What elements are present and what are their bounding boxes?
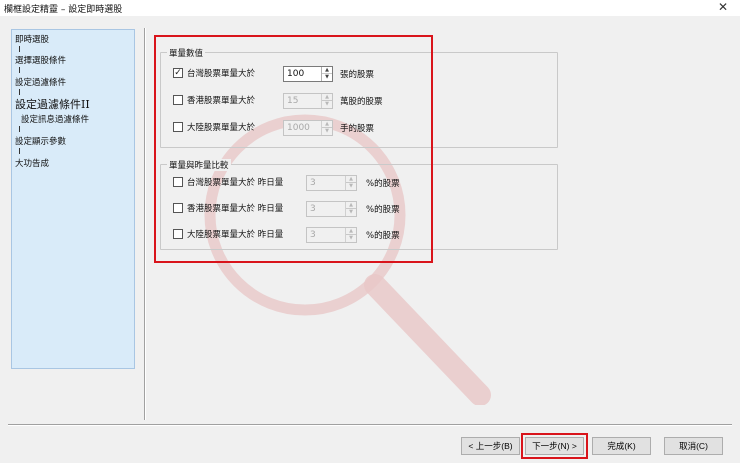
wizard-steps-panel: 即時選股 選擇選股條件 設定過濾條件 設定過濾條件II 設定訊息過濾條件 設定顯… xyxy=(11,29,135,369)
step-finish: 大功告成 xyxy=(15,159,50,169)
cancel-button[interactable]: 取消(C) xyxy=(664,437,723,455)
step-connector xyxy=(19,126,20,132)
step-realtime-selection: 即時選股 xyxy=(15,35,50,45)
next-button-highlight xyxy=(521,433,588,459)
step-message-filter: 設定訊息過濾條件 xyxy=(21,115,90,125)
step-filter-conditions: 設定過濾條件 xyxy=(15,78,67,88)
settings-highlight-box xyxy=(154,35,433,263)
horizontal-divider xyxy=(8,424,732,426)
step-connector xyxy=(19,67,20,73)
title-bar: 欄框設定精靈 – 設定即時選股 ✕ xyxy=(0,0,740,16)
close-icon[interactable]: ✕ xyxy=(716,0,730,14)
finish-button[interactable]: 完成(K) xyxy=(592,437,651,455)
window-title: 欄框設定精靈 – 設定即時選股 xyxy=(4,5,123,15)
vertical-divider xyxy=(144,28,146,420)
step-connector xyxy=(19,148,20,154)
step-connector xyxy=(19,46,20,52)
step-connector xyxy=(19,89,20,95)
step-choose-conditions: 選擇選股條件 xyxy=(15,56,67,66)
step-filter-conditions-ii: 設定過濾條件II xyxy=(15,98,90,111)
step-display-params: 設定顯示參數 xyxy=(15,137,67,147)
back-button[interactable]: < 上一步(B) xyxy=(461,437,520,455)
